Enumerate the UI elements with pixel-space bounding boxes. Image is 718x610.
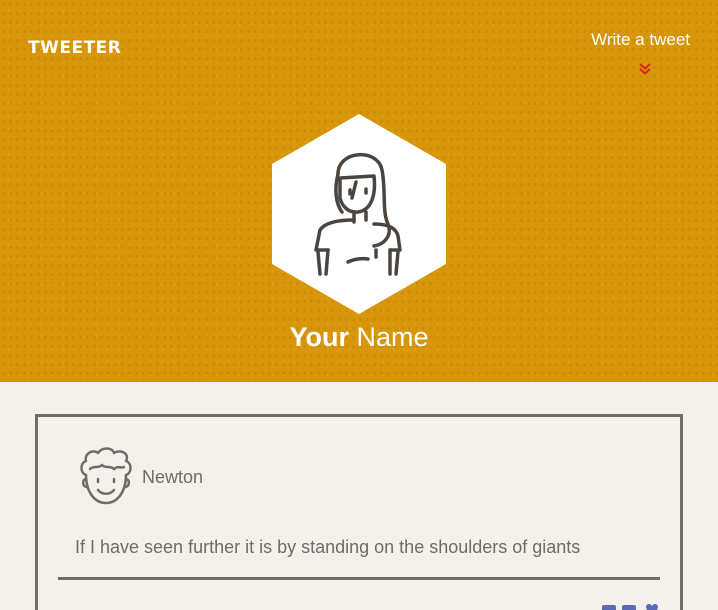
tweet-author[interactable]: Newton xyxy=(142,467,203,488)
write-tweet-link[interactable]: Write a tweet xyxy=(591,30,690,50)
profile-first-name: Your xyxy=(289,322,349,352)
tweet-divider xyxy=(58,577,660,580)
app-logo[interactable]: TWEETER xyxy=(28,38,121,58)
profile-last-name: Name xyxy=(356,322,429,352)
tweet-actions-icon[interactable] xyxy=(602,603,660,610)
tweet-card: Newton If I have seen further it is by s… xyxy=(35,414,683,610)
chevron-double-down-icon[interactable] xyxy=(638,62,652,76)
curly-hair-man-avatar-icon xyxy=(80,447,132,505)
profile-header: TWEETER Write a tweet Your Name xyxy=(0,0,718,382)
tweet-text: If I have seen further it is by standing… xyxy=(75,537,581,557)
woman-avatar-icon xyxy=(272,114,446,314)
profile-name: Your Name xyxy=(0,322,718,353)
